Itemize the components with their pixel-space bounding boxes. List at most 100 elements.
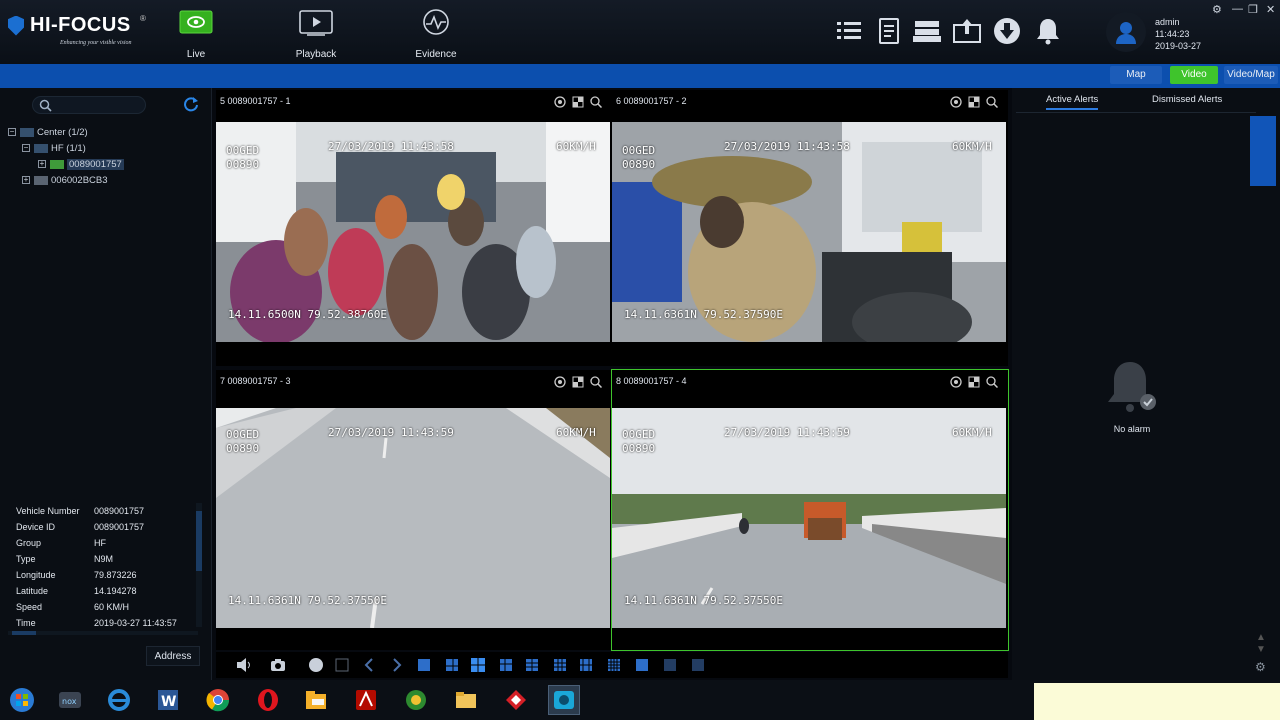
info-row-latitude: Latitude 14.194278	[16, 583, 137, 599]
tree-label-center: Center (1/2)	[37, 127, 88, 138]
next-page-icon[interactable]	[388, 657, 404, 673]
nav-playback-label: Playback	[295, 49, 337, 60]
avatar[interactable]	[1106, 12, 1146, 52]
tree-node-device-1[interactable]: +0089001757	[38, 157, 124, 173]
camera-app-icon[interactable]	[548, 685, 580, 715]
folder-app-icon[interactable]	[300, 685, 332, 715]
nav-live-button[interactable]: Live	[166, 6, 226, 60]
record-icon[interactable]	[554, 95, 566, 108]
list-icon[interactable]	[834, 16, 864, 46]
layout-25-icon[interactable]	[634, 657, 650, 673]
fullscreen-icon[interactable]	[968, 95, 980, 108]
tab-dismissed-alerts[interactable]: Dismissed Alerts	[1152, 94, 1222, 105]
minimize-icon[interactable]: —	[1232, 3, 1243, 15]
notification-area[interactable]	[1034, 683, 1280, 720]
no-alarm-text: No alarm	[1113, 424, 1151, 434]
explorer-icon[interactable]	[450, 685, 482, 715]
scroll-up-icon[interactable]: ▲	[1256, 632, 1266, 643]
settings-gear-icon[interactable]: ⚙	[1212, 3, 1222, 16]
info-horizontal-scrollbar[interactable]	[8, 631, 198, 635]
layout-10-icon[interactable]	[578, 657, 594, 673]
tab-video-map[interactable]: Video/Map	[1224, 66, 1278, 84]
talk-icon[interactable]	[308, 657, 324, 673]
video-pane-2[interactable]: 6 0089001757 - 2 00GED 00890 27/03/2019 …	[612, 90, 1008, 366]
osd-timestamp: 27/03/2019 11:43:58	[328, 140, 454, 153]
snapshot-icon[interactable]	[270, 657, 286, 673]
storage-icon[interactable]	[912, 16, 942, 46]
record-icon[interactable]	[950, 95, 962, 108]
user-time: 11:44:23	[1155, 29, 1190, 39]
prev-page-icon[interactable]	[362, 657, 378, 673]
zoom-icon[interactable]	[986, 375, 999, 389]
video-pane-3[interactable]: 7 0089001757 - 3 00GED 00890 27/03/2019 …	[216, 370, 612, 650]
tree-node-center[interactable]: − Center (1/2)	[8, 125, 124, 141]
alerts-scrollbar-handle[interactable]	[1250, 116, 1276, 186]
zoom-icon[interactable]	[986, 95, 999, 109]
layout-2-icon[interactable]	[444, 657, 460, 673]
search-box[interactable]	[32, 96, 146, 114]
brand-tagline: Enhancing your visible vision	[60, 40, 132, 46]
collapse-icon[interactable]: −	[22, 144, 30, 153]
chrome-icon[interactable]	[202, 685, 234, 715]
layout-1-icon[interactable]	[416, 657, 432, 673]
expand-icon[interactable]: +	[38, 160, 46, 169]
download-icon[interactable]	[992, 16, 1022, 46]
device-tree: − Center (1/2) − HF (1/1) +0089001757 +006…	[8, 125, 124, 189]
pane-title: 7 0089001757 - 3	[220, 376, 291, 386]
tab-video[interactable]: Video	[1170, 66, 1218, 84]
search-input[interactable]	[57, 99, 141, 112]
record-icon[interactable]	[950, 375, 962, 388]
tab-map[interactable]: Map	[1110, 66, 1162, 84]
upload-icon[interactable]	[952, 16, 982, 46]
fullscreen-icon[interactable]	[572, 375, 584, 388]
settings-icon[interactable]: ⚙	[1255, 660, 1266, 674]
osd-gps: 14.11.6361N 79.52.37550E	[228, 594, 387, 607]
collapse-icon[interactable]: −	[8, 128, 16, 137]
layout-custom-icon[interactable]	[690, 657, 706, 673]
info-value: 14.194278	[94, 586, 137, 596]
scroll-down-icon[interactable]: ▼	[1256, 644, 1266, 655]
nav-evidence-button[interactable]: Evidence	[406, 6, 466, 60]
opera-icon[interactable]	[252, 685, 284, 715]
ie-icon[interactable]	[103, 685, 135, 715]
refresh-icon[interactable]	[183, 96, 199, 117]
zoom-icon[interactable]	[590, 95, 603, 109]
word-icon[interactable]: W	[152, 685, 184, 715]
acrobat-icon[interactable]	[350, 685, 382, 715]
close-icon[interactable]: ✕	[1266, 3, 1275, 16]
start-icon[interactable]	[6, 685, 38, 715]
address-button[interactable]: Address	[146, 646, 200, 666]
record-icon[interactable]	[554, 375, 566, 388]
osd-line-1: 00GED	[226, 144, 260, 157]
nav-playback-button[interactable]: Playback	[286, 6, 346, 60]
network-icon[interactable]	[400, 685, 432, 715]
tree-node-device-2[interactable]: +006002BCB3	[22, 173, 124, 189]
osd-line-1: 00GED	[226, 428, 260, 441]
fullscreen-icon[interactable]	[572, 95, 584, 108]
anydesk-icon[interactable]	[500, 685, 532, 715]
layout-4-icon[interactable]	[470, 657, 486, 673]
bell-icon[interactable]	[1033, 16, 1063, 46]
osd-speed: 60KM/H	[952, 426, 992, 439]
layout-8-icon[interactable]	[524, 657, 540, 673]
video-pane-4[interactable]: 8 0089001757 - 4 00GED 00890 27/03/2019 …	[611, 369, 1009, 651]
video-pane-1[interactable]: 5 0089001757 - 1 00GED 00890 27/03/2019 …	[216, 90, 612, 366]
tree-node-group[interactable]: − HF (1/1)	[22, 141, 124, 157]
volume-icon[interactable]	[236, 657, 252, 673]
alerts-panel: Active Alerts Dismissed Alerts No alarm …	[1012, 88, 1280, 680]
info-scrollbar[interactable]	[196, 503, 202, 627]
expand-view-icon[interactable]	[334, 657, 350, 673]
layout-36-icon[interactable]	[662, 657, 678, 673]
report-icon[interactable]	[874, 16, 904, 46]
maximize-icon[interactable]: ❐	[1248, 3, 1258, 16]
expand-icon[interactable]: +	[22, 176, 30, 185]
layout-9-icon[interactable]	[552, 657, 568, 673]
tab-active-alerts[interactable]: Active Alerts	[1046, 94, 1099, 110]
nox-icon[interactable]: nox	[54, 685, 86, 715]
zoom-icon[interactable]	[590, 375, 603, 389]
fullscreen-icon[interactable]	[968, 375, 980, 388]
layout-16-icon[interactable]	[606, 657, 622, 673]
layout-6-icon[interactable]	[498, 657, 514, 673]
left-panel: − Center (1/2) − HF (1/1) +0089001757 +006…	[0, 88, 212, 680]
info-row-time: Time 2019-03-27 11:43:57	[16, 615, 177, 631]
